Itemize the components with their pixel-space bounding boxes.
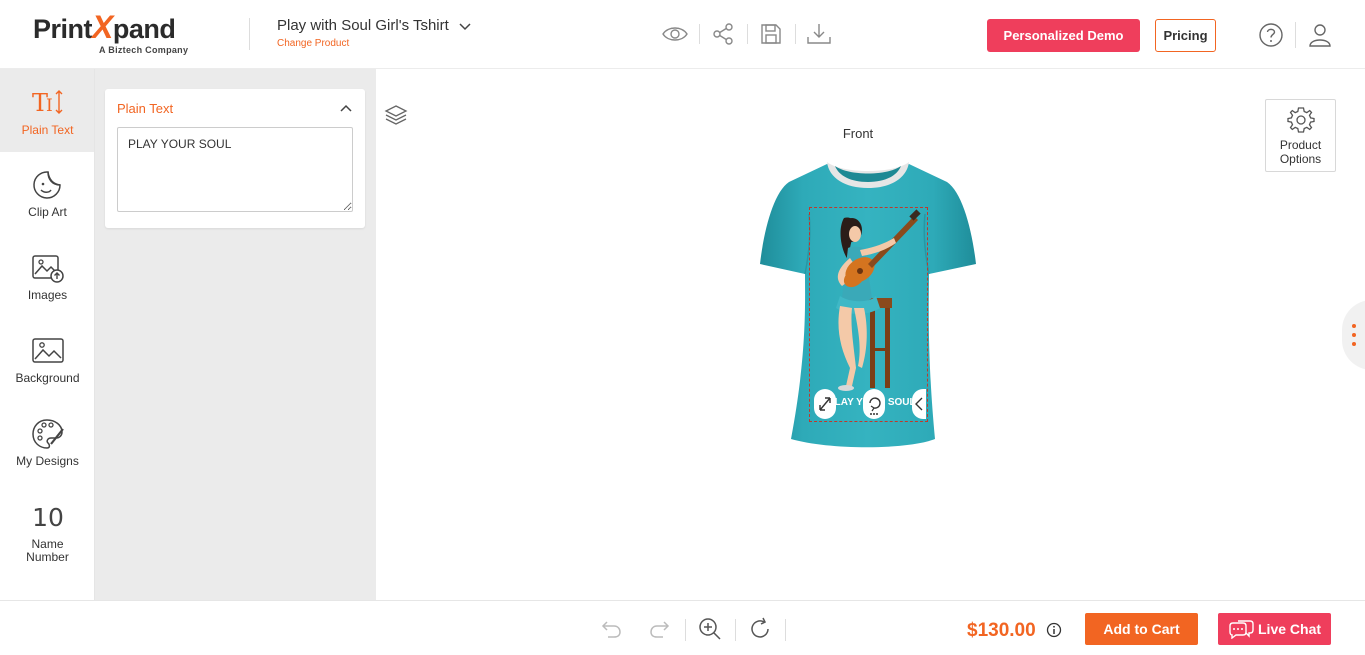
product-selector[interactable]: Play with Soul Girl's Tshirt [277,17,471,35]
header-divider [249,18,250,50]
logo-text-print: Print [33,14,93,44]
text-input[interactable]: PLAY YOUR SOUL [117,127,353,212]
add-to-cart-button[interactable]: Add to Cart [1085,613,1198,645]
dot [1352,342,1356,346]
sidebar-item-plain-text[interactable]: TI Plain Text [0,69,94,152]
number-glyph: 10 [32,502,64,532]
sidebar-item-label: Name Number [26,537,69,564]
product-options-label: Product Options [1279,138,1322,166]
tools-sidebar: TI Plain Text Clip Art Images Background… [0,69,95,600]
design-selection-box[interactable]: PLAY YOUR SOUL [809,207,928,422]
panel-title: Plain Text [117,101,174,116]
sidebar-item-background[interactable]: Background [0,318,94,401]
rotate-handle[interactable] [863,389,885,419]
change-product-link[interactable]: Change Product [277,38,349,49]
logo-text-pand: pand [112,14,176,44]
toolbar-divider [795,24,796,44]
footer-divider [685,619,686,641]
product-options-button[interactable]: Product Options [1265,99,1336,172]
logo-text-x: X [92,9,113,45]
layers-icon[interactable] [384,103,408,127]
pricing-button[interactable]: Pricing [1155,19,1216,52]
personalized-demo-button[interactable]: Personalized Demo [987,19,1140,52]
redo-icon[interactable] [647,616,673,642]
share-icon[interactable] [709,20,737,48]
live-chat-button[interactable]: Live Chat [1218,613,1331,645]
sidebar-item-label: Images [27,288,68,302]
top-header: PrintXpand A Biztech Company Play with S… [0,0,1365,69]
sidebar-item-clip-art[interactable]: Clip Art [0,152,94,235]
save-icon[interactable] [757,20,785,48]
plain-text-card: Plain Text PLAY YOUR SOUL [105,89,365,228]
stretch-handle[interactable] [912,389,926,419]
sidebar-item-label: Clip Art [28,205,67,219]
dot [1352,324,1356,328]
dot [1352,333,1356,337]
price-value: $130.00 [967,620,1036,641]
logo-tagline: A Biztech Company [99,45,189,55]
bottom-bar: $130.00 Add to Cart Live Chat [0,600,1365,655]
image-upload-icon [31,251,65,285]
sidebar-item-my-designs[interactable]: My Designs [0,401,94,484]
live-chat-label: Live Chat [1258,621,1322,637]
background-icon [31,334,65,368]
chat-icon [1228,619,1254,642]
chevron-up-icon[interactable] [337,99,355,117]
resize-handle[interactable] [814,389,836,419]
toolbar-divider [747,24,748,44]
download-icon[interactable] [805,20,833,48]
view-label: Front [842,126,874,141]
undo-icon[interactable] [598,616,624,642]
sidebar-item-name-number[interactable]: 10 Name Number [0,484,94,584]
chevron-down-icon [459,18,471,35]
footer-divider [735,619,736,641]
text-icon: TI [31,85,65,119]
eye-icon[interactable] [661,20,689,48]
sidebar-item-label: My Designs [16,454,79,468]
header-divider [1295,22,1296,48]
sidebar-item-images[interactable]: Images [0,235,94,318]
sidebar-item-label: Background [15,371,80,385]
printxpand-logo[interactable]: PrintXpand A Biztech Company [33,9,188,55]
help-icon[interactable] [1257,21,1285,49]
info-icon[interactable] [1046,622,1062,638]
product-title: Play with Soul Girl's Tshirt [277,17,449,34]
reset-icon[interactable] [747,616,773,642]
sidebar-item-label: Plain Text [21,123,74,137]
svg-text:I: I [46,96,53,116]
gear-icon [1287,106,1315,139]
toolbar-divider [699,24,700,44]
number-icon: 10 [31,500,65,534]
clipart-icon [31,168,65,202]
user-icon[interactable] [1306,21,1334,49]
palette-icon [31,417,65,451]
footer-divider [785,619,786,641]
zoom-in-icon[interactable] [697,616,723,642]
